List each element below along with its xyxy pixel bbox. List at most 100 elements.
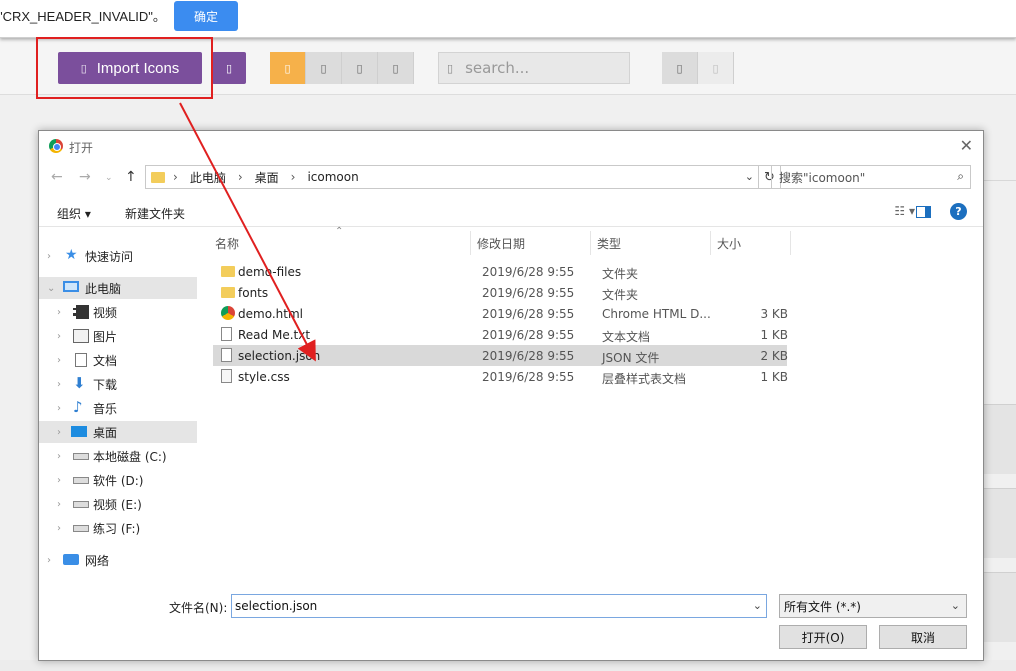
file-row[interactable]: demo-files 2019/6/28 9:55 文件夹 <box>213 261 787 282</box>
file-date: 2019/6/28 9:55 <box>482 349 575 363</box>
open-button[interactable]: 打开(O) <box>779 625 867 649</box>
chevron-right-icon[interactable]: › <box>57 307 61 318</box>
filetype-select[interactable]: 所有文件 (*.*) ⌄ <box>779 594 967 618</box>
column-header-name[interactable]: 名称 <box>209 231 471 255</box>
chevron-right-icon[interactable]: › <box>57 355 61 366</box>
back-icon[interactable]: ← <box>51 169 63 185</box>
file-date: 2019/6/28 9:55 <box>482 265 575 279</box>
file-size: 2 KB <box>760 349 788 363</box>
file-row[interactable]: fonts 2019/6/28 9:55 文件夹 <box>213 282 787 303</box>
file-row-selected[interactable]: selection.json 2019/6/28 9:55 JSON 文件 2 … <box>213 345 788 366</box>
view-options-icon[interactable]: ☷ ▾ <box>894 204 915 218</box>
chevron-down-icon[interactable]: ⌄ <box>47 283 55 294</box>
filename-input[interactable]: selection.json ⌄ <box>231 594 767 618</box>
chevron-right-icon[interactable]: › <box>57 331 61 342</box>
file-type: 文件夹 <box>602 267 639 281</box>
folder-search-placeholder: 搜索"icomoon" <box>779 170 866 185</box>
chevron-right-icon[interactable]: › <box>57 451 61 462</box>
file-type: JSON 文件 <box>602 351 660 365</box>
filetype-value: 所有文件 (*.*) <box>784 599 861 614</box>
chevron-right-icon[interactable]: › <box>57 427 61 438</box>
chevron-right-icon[interactable]: › <box>57 523 61 534</box>
dialog-titlebar: 打开 ✕ <box>39 131 983 161</box>
column-header-type[interactable]: 类型 <box>591 231 711 255</box>
chevron-down-icon[interactable]: ⌄ <box>753 599 762 612</box>
up-icon[interactable]: ↑ <box>125 169 137 185</box>
mode-edit-icon[interactable]: ▯ <box>378 52 414 84</box>
file-date: 2019/6/28 9:55 <box>482 370 575 384</box>
close-icon[interactable]: ✕ <box>960 136 973 155</box>
tree-item-downloads[interactable]: › ⬇ 下载 <box>39 373 197 395</box>
search-icon: ▯ <box>447 61 454 75</box>
tree-item-videos[interactable]: › 视频 <box>39 301 197 323</box>
music-icon: ♪ <box>73 398 83 416</box>
tree-item-music[interactable]: › ♪ 音乐 <box>39 397 197 419</box>
help-icon[interactable]: ? <box>950 203 967 220</box>
tree-item-drive-e[interactable]: › 视频 (E:) <box>39 493 197 515</box>
file-name: fonts <box>238 286 269 300</box>
chevron-right-icon[interactable]: › <box>57 475 61 486</box>
tree-item-this-pc[interactable]: ⌄ 此电脑 <box>39 277 197 299</box>
import-options-button[interactable]: ▯ <box>212 52 246 84</box>
chevron-down-icon[interactable]: ⌄ <box>745 170 754 183</box>
file-row[interactable]: Read Me.txt 2019/6/28 9:55 文本文档 1 KB <box>213 324 788 345</box>
breadcrumb-separator: › <box>237 170 243 184</box>
filename-label: 文件名(N): <box>169 601 228 615</box>
tree-item-label: 音乐 <box>93 401 118 416</box>
chevron-down-icon[interactable]: ⌄ <box>951 599 960 612</box>
tree-item-pictures[interactable]: › 图片 <box>39 325 197 347</box>
chevron-right-icon[interactable]: › <box>47 251 51 262</box>
file-date: 2019/6/28 9:55 <box>482 307 575 321</box>
menu-icon: ▯ <box>225 62 233 75</box>
tree-item-desktop[interactable]: › 桌面 <box>39 421 197 443</box>
file-row[interactable]: demo.html 2019/6/28 9:55 Chrome HTML D..… <box>213 303 788 324</box>
tree-item-label: 图片 <box>93 329 118 344</box>
tree-item-label: 练习 (F:) <box>93 521 141 536</box>
tree-item-quick-access[interactable]: › ★ 快速访问 <box>39 245 197 267</box>
breadcrumb-item[interactable]: icomoon <box>307 170 358 184</box>
forward-icon[interactable]: → <box>79 169 91 185</box>
organize-menu[interactable]: 组织 ▾ <box>57 205 91 222</box>
file-date: 2019/6/28 9:55 <box>482 328 575 342</box>
computer-icon <box>63 281 79 292</box>
breadcrumb-item[interactable]: 此电脑 <box>190 169 226 186</box>
icon-search-input[interactable]: ▯ search... <box>438 52 630 84</box>
tree-item-network[interactable]: › 网络 <box>39 549 197 571</box>
recent-locations-icon[interactable]: ⌄ <box>105 173 113 183</box>
column-header-date[interactable]: 修改日期 <box>471 231 591 255</box>
picture-icon <box>73 329 89 343</box>
breadcrumb-separator: › <box>290 170 296 184</box>
grid-view-icon[interactable]: ▯ <box>662 52 698 84</box>
column-header-size[interactable]: 大小 <box>711 231 791 255</box>
search-icon: ⌕ <box>957 169 964 183</box>
tree-item-drive-c[interactable]: › 本地磁盘 (C:) <box>39 445 197 467</box>
ok-button[interactable]: 确定 <box>174 1 238 31</box>
file-row[interactable]: style.css 2019/6/28 9:55 层叠样式表文档 1 KB <box>213 366 788 387</box>
background-tile <box>984 404 1016 474</box>
mode-delete-icon[interactable]: ▯ <box>306 52 342 84</box>
file-name: Read Me.txt <box>238 328 311 342</box>
error-message: "CRX_HEADER_INVALID"。 <box>0 9 166 24</box>
list-view-icon[interactable]: ▯ <box>698 52 734 84</box>
disk-icon <box>73 525 89 532</box>
chevron-right-icon[interactable]: › <box>57 379 61 390</box>
breadcrumb-item[interactable]: 桌面 <box>255 169 279 186</box>
tree-item-drive-d[interactable]: › 软件 (D:) <box>39 469 197 491</box>
chevron-right-icon[interactable]: › <box>57 499 61 510</box>
folder-search-input[interactable]: 搜索"icomoon" ⌕ <box>771 165 971 189</box>
preview-pane-icon[interactable] <box>916 206 931 218</box>
file-type: 文本文档 <box>602 330 651 344</box>
tree-item-documents[interactable]: › 文档 <box>39 349 197 371</box>
chevron-right-icon[interactable]: › <box>57 403 61 414</box>
cancel-button[interactable]: 取消 <box>879 625 967 649</box>
disk-icon <box>73 501 89 508</box>
address-bar[interactable]: › 此电脑 › 桌面 › icomoon ⌄ <box>145 165 759 189</box>
new-folder-button[interactable]: 新建文件夹 <box>125 205 185 222</box>
mode-move-icon[interactable]: ▯ <box>342 52 378 84</box>
disk-icon <box>73 477 89 484</box>
chevron-right-icon[interactable]: › <box>47 555 51 566</box>
file-type: Chrome HTML D... <box>602 307 711 321</box>
mode-select-icon[interactable]: ▯ <box>270 52 306 84</box>
file-size: 3 KB <box>760 307 788 321</box>
tree-item-drive-f[interactable]: › 练习 (F:) <box>39 517 197 539</box>
